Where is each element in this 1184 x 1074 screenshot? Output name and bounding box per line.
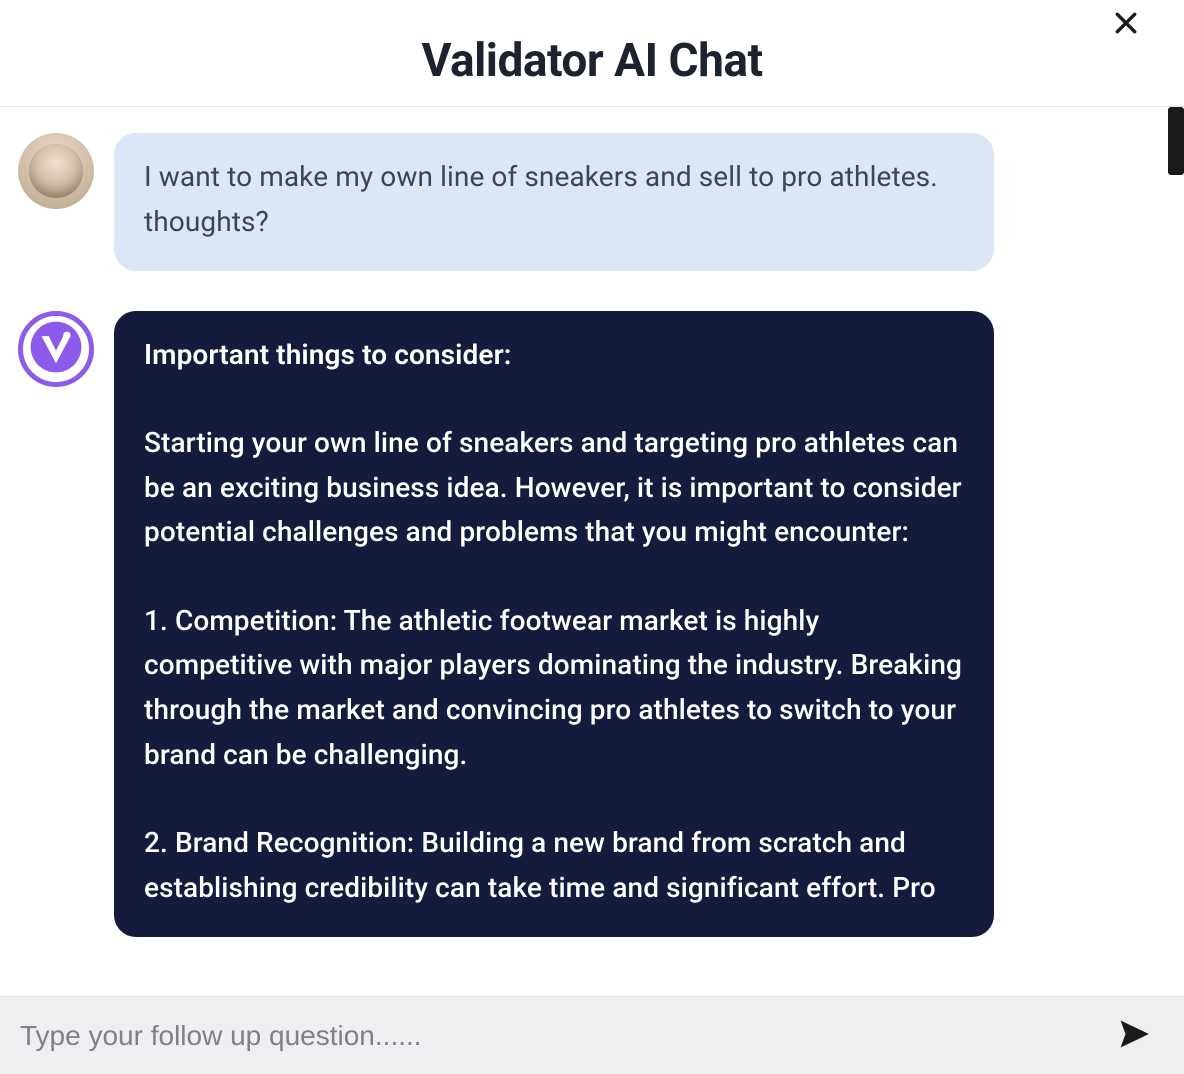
- composer: [0, 996, 1184, 1074]
- chat-body[interactable]: I want to make my own line of sneakers a…: [0, 107, 1184, 996]
- send-icon: [1117, 1017, 1151, 1054]
- ai-message-point-2: 2. Brand Recognition: Building a new bra…: [144, 821, 964, 911]
- validator-logo-icon: [27, 318, 85, 380]
- user-message-bubble: I want to make my own line of sneakers a…: [114, 133, 994, 271]
- ai-message-bubble: Important things to consider: Starting y…: [114, 311, 994, 937]
- page-title: Validator AI Chat: [0, 34, 1184, 88]
- message-row-user: I want to make my own line of sneakers a…: [18, 133, 1146, 271]
- user-avatar: [18, 133, 94, 209]
- send-button[interactable]: [1110, 1012, 1158, 1060]
- close-button[interactable]: [1106, 4, 1146, 44]
- ai-avatar: [18, 311, 94, 387]
- ai-message-intro: Starting your own line of sneakers and t…: [144, 421, 964, 555]
- chat-app: Validator AI Chat I want to make my own …: [0, 0, 1184, 1074]
- ai-message-heading: Important things to consider:: [144, 333, 964, 378]
- user-message-text: I want to make my own line of sneakers a…: [144, 160, 938, 238]
- header: Validator AI Chat: [0, 0, 1184, 106]
- close-icon: [1113, 10, 1139, 39]
- message-row-ai: Important things to consider: Starting y…: [18, 311, 1146, 937]
- followup-input[interactable]: [20, 1020, 1110, 1052]
- ai-message-point-1: 1. Competition: The athletic footwear ma…: [144, 599, 964, 778]
- scrollbar-thumb[interactable]: [1168, 107, 1184, 175]
